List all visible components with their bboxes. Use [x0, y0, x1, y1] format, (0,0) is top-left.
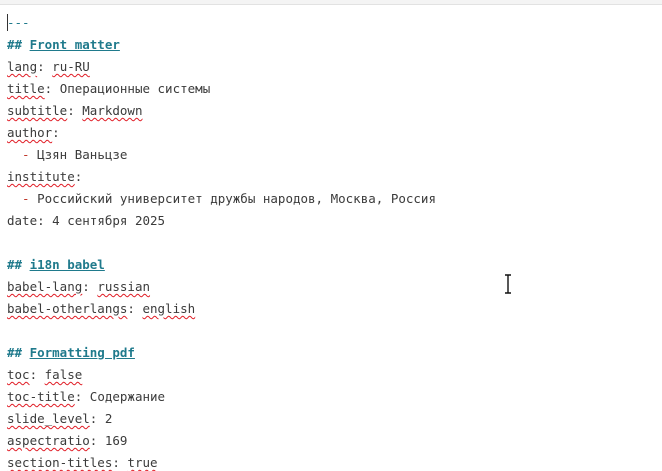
editor-line[interactable]: subtitle: Markdown: [7, 100, 436, 122]
yaml-key: toc-title: [7, 389, 75, 404]
comment-heading: ## i18n babel: [7, 257, 105, 272]
heading-text: Front matter: [29, 37, 120, 52]
yaml-separator: :: [29, 367, 45, 382]
yaml-separator: :: [82, 279, 98, 294]
editor-line[interactable]: toc: false: [7, 364, 436, 386]
yaml-value: russian: [97, 279, 151, 294]
editor-line[interactable]: [7, 320, 436, 342]
yaml-key: babel-otherlangs: [7, 301, 128, 316]
list-bullet: -: [7, 147, 38, 162]
list-item-value: Цзян Ваньцзе: [37, 147, 128, 162]
yaml-value: Markdown: [82, 103, 143, 118]
yaml-key: babel-lang: [7, 279, 83, 294]
editor-line[interactable]: ---: [7, 12, 436, 34]
yaml-separator: :: [37, 213, 53, 228]
yaml-key: slide_level: [7, 411, 90, 426]
yaml-separator: :: [127, 301, 143, 316]
editor-line[interactable]: [7, 232, 436, 254]
yaml-key: section-titles: [7, 455, 113, 470]
yaml-value: false: [44, 367, 83, 382]
editor-line[interactable]: section-titles: true: [7, 452, 436, 471]
yaml-key: institute: [7, 169, 75, 184]
yaml-separator: :: [44, 81, 60, 96]
list-bullet: -: [7, 191, 38, 206]
yaml-separator: :: [89, 433, 105, 448]
yaml-key: toc: [7, 367, 30, 382]
yaml-key: author: [7, 125, 53, 140]
ibeam-cursor-icon: [505, 274, 511, 294]
editor-line[interactable]: - Цзян Ваньцзе: [7, 144, 436, 166]
yaml-key: lang: [7, 59, 38, 74]
list-item-value: Российский университет дружбы народов, М…: [37, 191, 436, 206]
yaml-value: english: [142, 301, 196, 316]
yaml-key: date: [7, 213, 38, 228]
heading-text: Formatting pdf: [29, 345, 135, 360]
comment-heading: ## Front matter: [7, 37, 120, 52]
text-editor[interactable]: --- ## Front matter lang: ru-RU title: Опер…: [0, 0, 662, 471]
yaml-value: 2: [104, 411, 113, 426]
editor-content[interactable]: --- ## Front matter lang: ru-RU title: Опер…: [7, 12, 436, 471]
editor-line[interactable]: date: 4 сентября 2025: [7, 210, 436, 232]
yaml-separator: :: [89, 411, 105, 426]
text-caret: [7, 14, 8, 31]
editor-line[interactable]: title: Операционные системы: [7, 78, 436, 100]
comment-heading: ## Formatting pdf: [7, 345, 135, 360]
editor-line[interactable]: author:: [7, 122, 436, 144]
yaml-separator: :: [112, 455, 128, 470]
yaml-separator: :: [52, 125, 60, 140]
editor-line[interactable]: babel-otherlangs: english: [7, 298, 436, 320]
yaml-separator: :: [74, 169, 83, 184]
yaml-value: Операционные системы: [59, 81, 211, 96]
editor-line[interactable]: lang: ru-RU: [7, 56, 436, 78]
heading-marker: ##: [7, 345, 30, 360]
yaml-key: title: [7, 81, 45, 96]
heading-marker: ##: [7, 37, 30, 52]
yaml-separator: :: [74, 389, 90, 404]
editor-top-border: [0, 0, 662, 5]
yaml-value: Содержание: [89, 389, 166, 404]
editor-line[interactable]: babel-lang: russian: [7, 276, 436, 298]
yaml-key: subtitle: [7, 103, 68, 118]
editor-line[interactable]: - Российский университет дружбы народов,…: [7, 188, 436, 210]
yaml-separator: :: [67, 103, 83, 118]
editor-line[interactable]: ## Formatting pdf: [7, 342, 436, 364]
yaml-key: aspectratio: [7, 433, 90, 448]
editor-line[interactable]: toc-title: Содержание: [7, 386, 436, 408]
editor-line[interactable]: ## Front matter: [7, 34, 436, 56]
editor-line[interactable]: institute:: [7, 166, 436, 188]
heading-text: i18n babel: [29, 257, 105, 272]
heading-marker: ##: [7, 257, 30, 272]
yaml-separator: :: [37, 59, 53, 74]
editor-line[interactable]: ## i18n babel: [7, 254, 436, 276]
yaml-value: true: [127, 455, 158, 470]
yaml-delimiter: ---: [7, 15, 30, 30]
yaml-value: ru-RU: [52, 59, 90, 74]
yaml-value: 169: [104, 433, 128, 448]
yaml-value: 4 сентября 2025: [52, 213, 166, 228]
editor-line[interactable]: aspectratio: 169: [7, 430, 436, 452]
editor-line[interactable]: slide_level: 2: [7, 408, 436, 430]
